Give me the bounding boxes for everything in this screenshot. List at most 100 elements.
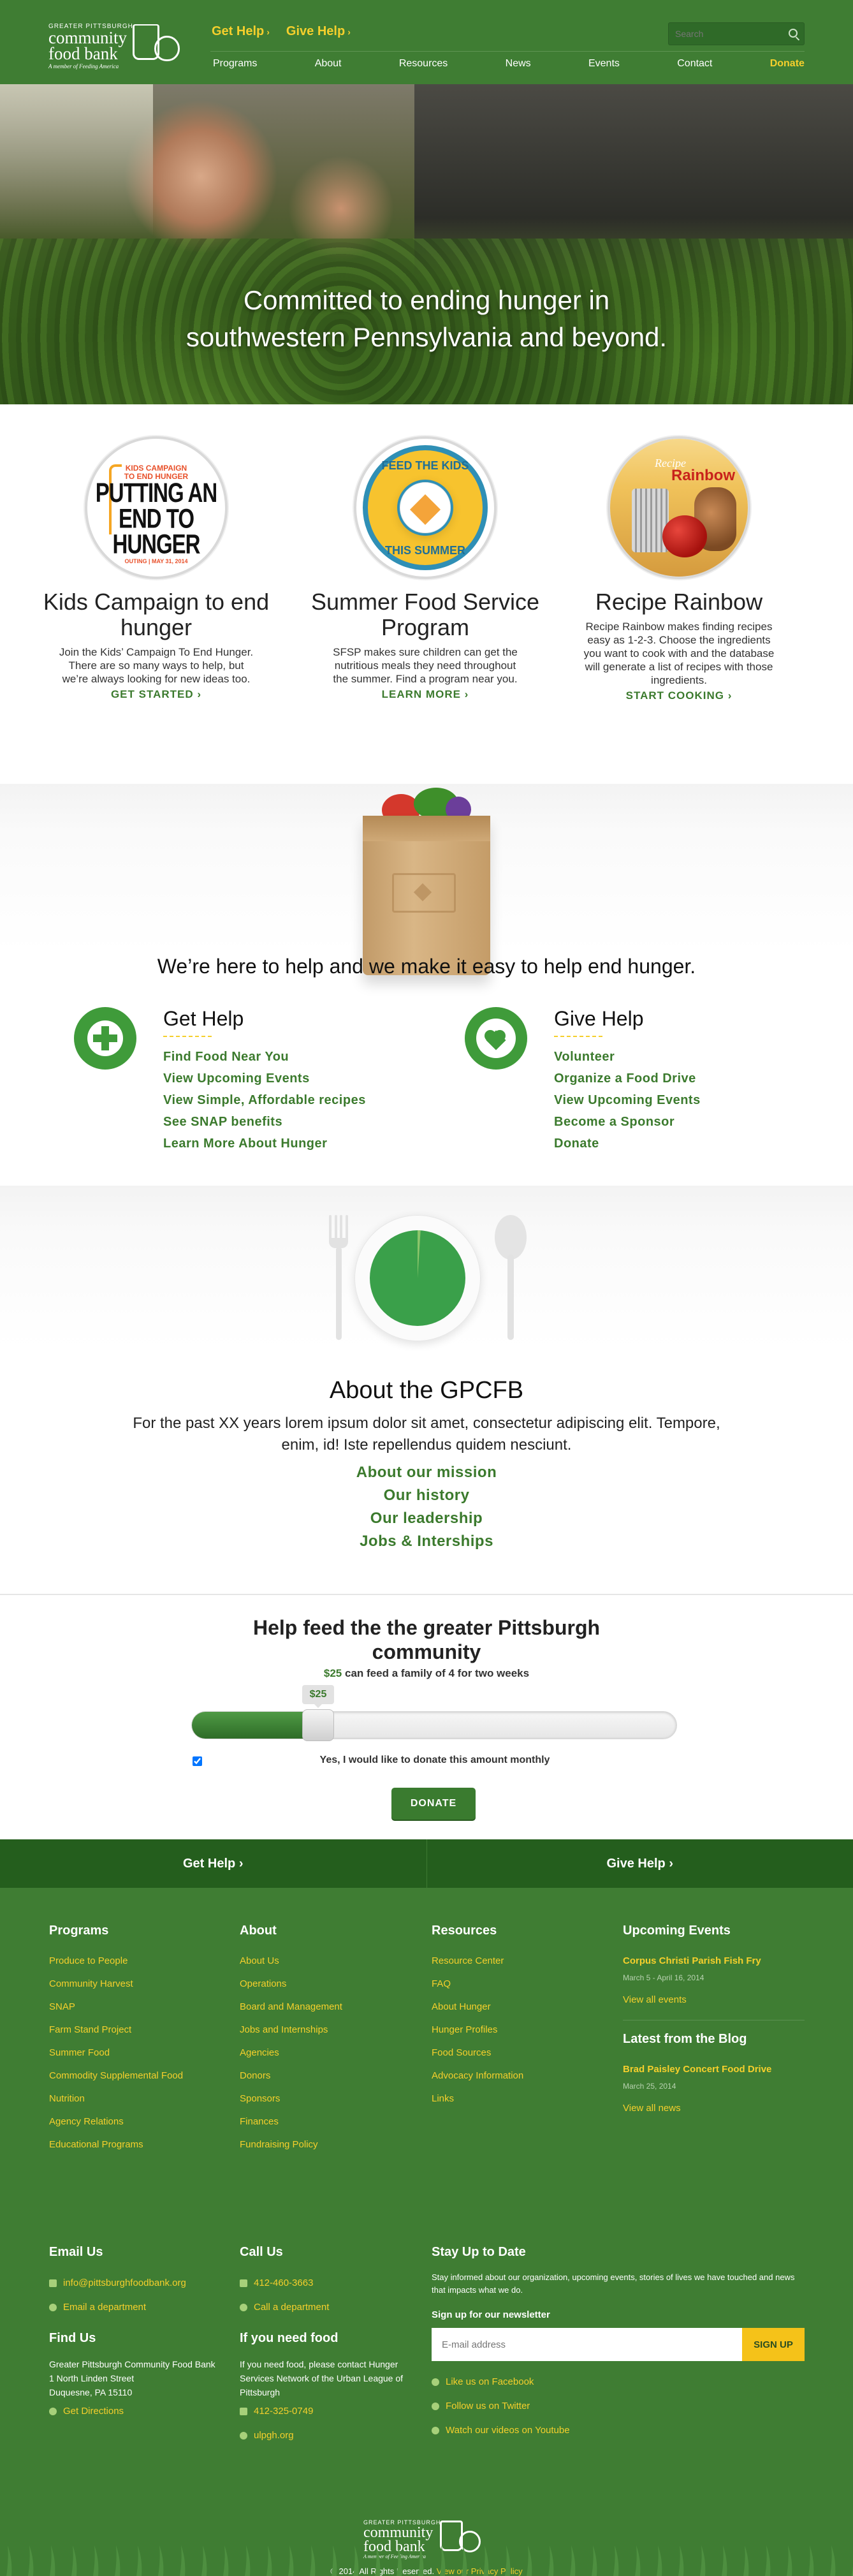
get-help-top-link[interactable]: Get Help› — [212, 24, 270, 39]
monthly-label[interactable]: Yes, I would like to donate this amount … — [193, 1755, 677, 1766]
footer-link[interactable]: Fundraising Policy — [240, 2133, 399, 2156]
footer-column-title: About — [240, 1924, 399, 1938]
footer-link[interactable]: SNAP — [49, 1996, 208, 2019]
footer-link[interactable]: Commodity Supplemental Food — [49, 2064, 208, 2087]
view-events-link[interactable]: View Upcoming Events — [163, 1068, 405, 1089]
summer-food-art: FEED THE KIDS THIS SUMMER — [363, 445, 488, 570]
slider-handle[interactable] — [302, 1709, 334, 1741]
wheat-stalk — [657, 2545, 662, 2576]
map-pin-icon — [49, 2408, 57, 2415]
footer-link[interactable]: Board and Management — [240, 1996, 399, 2019]
nav-events[interactable]: Events — [588, 58, 620, 70]
history-link[interactable]: Our history — [0, 1484, 853, 1507]
about-section: About the GPCFB For the past XX years lo… — [0, 1186, 853, 1594]
footer-link[interactable]: About Us — [240, 1950, 399, 1973]
footer-get-help-link[interactable]: Get Help › — [0, 1839, 426, 1888]
footer-link[interactable]: Agency Relations — [49, 2110, 208, 2133]
wheat-stalk — [830, 2545, 835, 2576]
view-all-events-link[interactable]: View all events — [623, 1993, 805, 2007]
footer-link[interactable]: Resource Center — [432, 1950, 591, 1973]
directions-link[interactable]: Get Directions — [49, 2399, 215, 2424]
wheat-stalk — [332, 2545, 337, 2576]
footer-link[interactable]: Links — [432, 2087, 591, 2110]
volunteer-link[interactable]: Volunteer — [554, 1046, 796, 1068]
program-card-recipe-rainbow: Recipe Rainbow Recipe Rainbow Recipe Rai… — [564, 436, 794, 702]
footer-link[interactable]: Sponsors — [240, 2087, 399, 2110]
footer-link[interactable]: Nutrition — [49, 2087, 208, 2110]
jobs-link[interactable]: Jobs & Interships — [0, 1530, 853, 1553]
start-cooking-link[interactable]: START COOKING › — [626, 689, 733, 702]
nav-divider — [210, 51, 805, 52]
wheat-stalk — [787, 2545, 792, 2576]
footer-link[interactable]: Food Sources — [432, 2042, 591, 2064]
footer-link[interactable]: Hunger Profiles — [432, 2019, 591, 2042]
leadership-link[interactable]: Our leadership — [0, 1507, 853, 1530]
footer-give-help-link[interactable]: Give Help › — [427, 1839, 853, 1888]
learn-hunger-link[interactable]: Learn More About Hunger — [163, 1133, 405, 1154]
footer-link[interactable]: Jobs and Internships — [240, 2019, 399, 2042]
program-card-kids: KIDS CAMPAIGN TO END HUNGER PUTTING AN E… — [41, 436, 271, 701]
food-drive-link[interactable]: Organize a Food Drive — [554, 1068, 796, 1089]
snap-benefits-link[interactable]: See SNAP benefits — [163, 1111, 405, 1133]
footer-link[interactable]: Produce to People — [49, 1950, 208, 1973]
footer-link[interactable]: Finances — [240, 2110, 399, 2133]
blog-title-link[interactable]: Brad Paisley Concert Food Drive — [623, 2058, 805, 2081]
donate-button[interactable]: DONATE — [391, 1788, 476, 1820]
email-link[interactable]: info@pittsburghfoodbank.org — [49, 2271, 215, 2295]
footer-link[interactable]: Agencies — [240, 2042, 399, 2064]
summer-food-image[interactable]: FEED THE KIDS THIS SUMMER — [354, 436, 497, 579]
learn-more-link[interactable]: LEARN MORE › — [382, 688, 469, 701]
wheat-stalk — [570, 2545, 575, 2576]
about-text: For the past XX years lorem ipsum dolor … — [115, 1413, 738, 1456]
get-started-link[interactable]: GET STARTED › — [111, 688, 201, 701]
footer-link[interactable]: Community Harvest — [49, 1973, 208, 1996]
grocery-bag-illustration — [363, 784, 490, 982]
footer-link[interactable]: Educational Programs — [49, 2133, 208, 2156]
site-logo[interactable]: GREATER PITTSBURGH community food bank A… — [48, 23, 182, 74]
newsletter-email-input[interactable] — [432, 2328, 742, 2361]
footer-link[interactable]: About Hunger — [432, 1996, 591, 2019]
need-food-site-link[interactable]: ulpgh.org — [240, 2424, 405, 2448]
phone-link[interactable]: 412-460-3663 — [240, 2271, 405, 2295]
search-input[interactable] — [669, 23, 777, 45]
give-help-top-link[interactable]: Give Help› — [286, 24, 351, 39]
mission-link[interactable]: About our mission — [0, 1461, 853, 1484]
donate-link[interactable]: Donate — [554, 1133, 796, 1154]
youtube-link[interactable]: Watch our videos on Youtube — [432, 2418, 805, 2443]
call-department-link[interactable]: Call a department — [240, 2295, 405, 2320]
search-icon[interactable] — [789, 29, 798, 38]
footer-email-find: Email Us info@pittsburghfoodbank.org Ema… — [49, 2245, 215, 2424]
get-help-top-label: Get Help — [212, 24, 264, 38]
facebook-link[interactable]: Like us on Facebook — [432, 2370, 805, 2394]
footer-link[interactable]: Summer Food — [49, 2042, 208, 2064]
event-title-link[interactable]: Corpus Christi Parish Fish Fry — [623, 1950, 805, 1973]
email-department-link[interactable]: Email a department — [49, 2295, 215, 2320]
nav-programs[interactable]: Programs — [213, 58, 257, 70]
view-all-news-link[interactable]: View all news — [623, 2101, 805, 2116]
twitter-link[interactable]: Follow us on Twitter — [432, 2394, 805, 2418]
nav-donate[interactable]: Donate — [770, 58, 805, 70]
footer-link[interactable]: FAQ — [432, 1973, 591, 1996]
donation-slider[interactable]: $25 — [191, 1711, 677, 1739]
find-food-link[interactable]: Find Food Near You — [163, 1046, 405, 1068]
footer-call-needfood: Call Us 412-460-3663 Call a department I… — [240, 2245, 405, 2448]
footer-link[interactable]: Donors — [240, 2064, 399, 2087]
nav-about[interactable]: About — [315, 58, 342, 70]
recipes-link[interactable]: View Simple, Affordable recipes — [163, 1089, 405, 1111]
wheat-stalk — [28, 2545, 33, 2576]
cta-label: LEARN MORE — [382, 688, 461, 700]
footer-link[interactable]: Operations — [240, 1973, 399, 1996]
footer-link[interactable]: Farm Stand Project — [49, 2019, 208, 2042]
nav-resources[interactable]: Resources — [399, 58, 448, 70]
nav-news[interactable]: News — [506, 58, 531, 70]
recipe-rainbow-image[interactable]: Recipe Rainbow — [608, 436, 750, 579]
facebook-icon — [432, 2378, 439, 2386]
kids-campaign-image[interactable]: KIDS CAMPAIGN TO END HUNGER PUTTING AN E… — [85, 436, 228, 579]
signup-button[interactable]: SIGN UP — [742, 2328, 805, 2361]
nav-contact[interactable]: Contact — [677, 58, 712, 70]
need-food-phone-link[interactable]: 412-325-0749 — [240, 2399, 405, 2424]
sponsor-link[interactable]: Become a Sponsor — [554, 1111, 796, 1133]
footer-link[interactable]: Advocacy Information — [432, 2064, 591, 2087]
wheat-stalk — [115, 2545, 120, 2576]
view-events-link[interactable]: View Upcoming Events — [554, 1089, 796, 1111]
